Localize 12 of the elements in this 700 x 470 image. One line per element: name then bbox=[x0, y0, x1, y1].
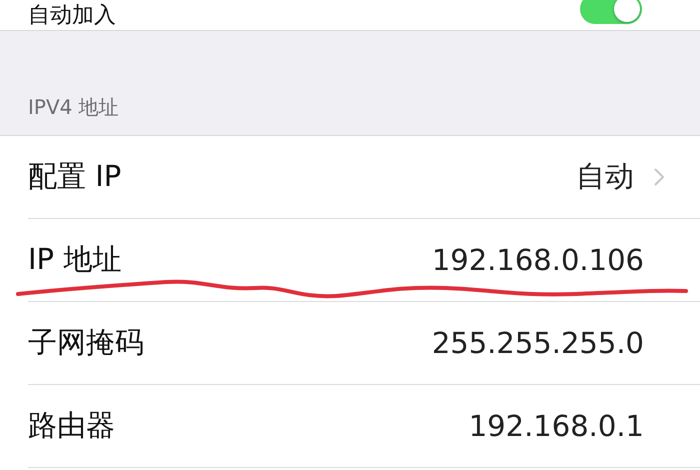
row-label: 路由器 bbox=[28, 407, 115, 444]
row-value: 255.255.255.0 bbox=[432, 326, 644, 360]
row-value: 192.168.0.1 bbox=[468, 409, 644, 443]
row-label: 子网掩码 bbox=[28, 324, 144, 361]
row-value: 192.168.0.106 bbox=[432, 243, 644, 277]
row-value: 自动 bbox=[576, 158, 634, 195]
row-label: IP 地址 bbox=[28, 241, 122, 278]
chevron-icon bbox=[654, 168, 664, 186]
row-label: 配置 IP bbox=[28, 158, 122, 195]
section-header: IPV4 地址 bbox=[28, 94, 119, 121]
toggle-switch[interactable] bbox=[580, 0, 642, 24]
auto-join-label: 自动加入 bbox=[28, 2, 116, 30]
